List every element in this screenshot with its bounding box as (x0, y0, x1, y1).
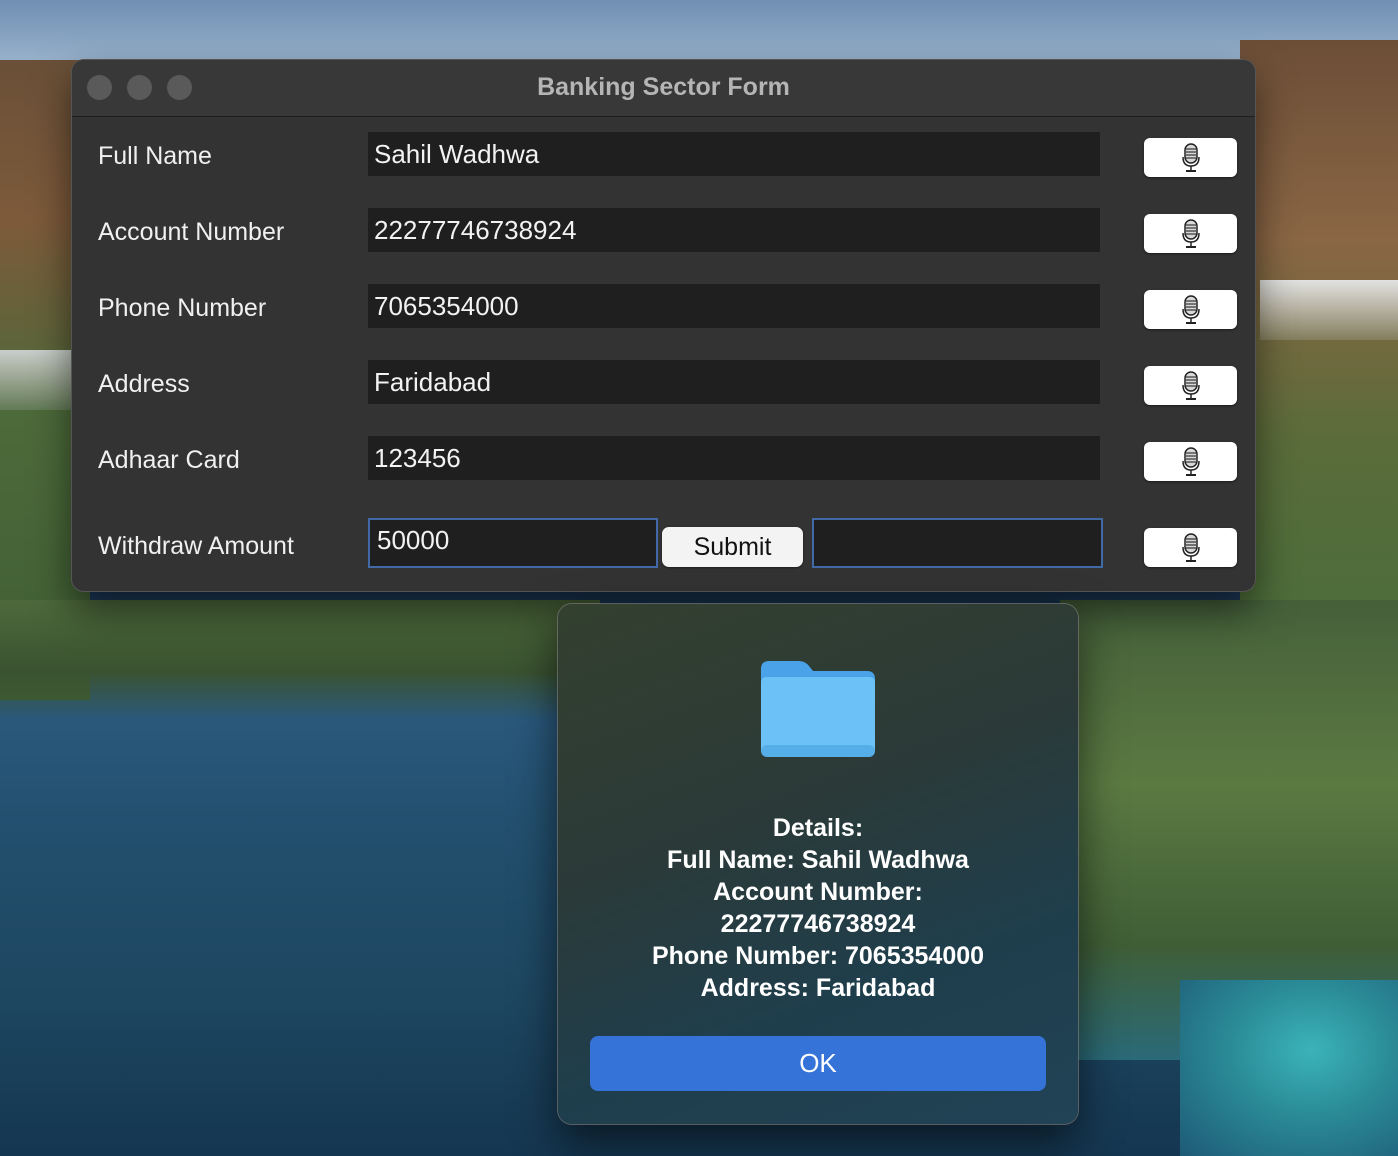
microphone-icon (1182, 447, 1200, 476)
microphone-icon (1182, 219, 1200, 248)
wallpaper-coast-left (0, 600, 600, 720)
phone-number-label: Phone Number (98, 294, 267, 322)
full-name-input[interactable]: Sahil Wadhwa (368, 132, 1100, 176)
microphone-icon (1182, 371, 1200, 400)
address-mic-button[interactable] (1144, 366, 1237, 405)
adhaar-card-mic-button[interactable] (1144, 442, 1237, 481)
window-titlebar[interactable]: Banking Sector Form (72, 60, 1255, 117)
details-alert-dialog: Details: Full Name: Sahil Wadhwa Account… (558, 604, 1078, 1124)
microphone-icon (1182, 533, 1200, 562)
wallpaper-fog (0, 350, 80, 410)
adhaar-card-label: Adhaar Card (98, 446, 240, 474)
address-input[interactable]: Faridabad (368, 360, 1100, 404)
account-number-mic-button[interactable] (1144, 214, 1237, 253)
dialog-line: 22277746738924 (720, 910, 916, 938)
folder-icon (761, 661, 875, 757)
phone-number-mic-button[interactable] (1144, 290, 1237, 329)
full-name-label: Full Name (98, 142, 212, 170)
dialog-line: Details: (772, 814, 864, 842)
phone-number-input[interactable]: 7065354000 (368, 284, 1100, 328)
dialog-message: Details: Full Name: Sahil Wadhwa Account… (578, 812, 1058, 1004)
adhaar-card-input[interactable]: 123456 (368, 436, 1100, 480)
account-number-input[interactable]: 22277746738924 (368, 208, 1100, 252)
withdraw-amount-mic-button[interactable] (1144, 528, 1237, 567)
dialog-line: Address: Faridabad (700, 974, 936, 1002)
address-label: Address (98, 370, 190, 398)
withdraw-extra-input[interactable] (812, 518, 1103, 568)
withdraw-amount-input[interactable]: 50000 (368, 518, 658, 568)
dialog-line: Phone Number: 7065354000 (651, 942, 985, 970)
microphone-icon (1182, 295, 1200, 324)
submit-button[interactable]: Submit (662, 527, 803, 567)
microphone-icon (1182, 143, 1200, 172)
ok-button[interactable]: OK (590, 1036, 1046, 1091)
account-number-label: Account Number (98, 218, 285, 246)
full-name-mic-button[interactable] (1144, 138, 1237, 177)
withdraw-amount-label: Withdraw Amount (98, 532, 294, 560)
wallpaper-fog (1260, 280, 1398, 340)
dialog-line: Full Name: Sahil Wadhwa (667, 846, 969, 874)
window-title: Banking Sector Form (537, 73, 790, 101)
wallpaper-lagoon (1180, 980, 1398, 1156)
dialog-line: Account Number: (713, 878, 923, 906)
banking-form-window: Banking Sector Form Full Name Sahil Wadh… (72, 60, 1255, 591)
